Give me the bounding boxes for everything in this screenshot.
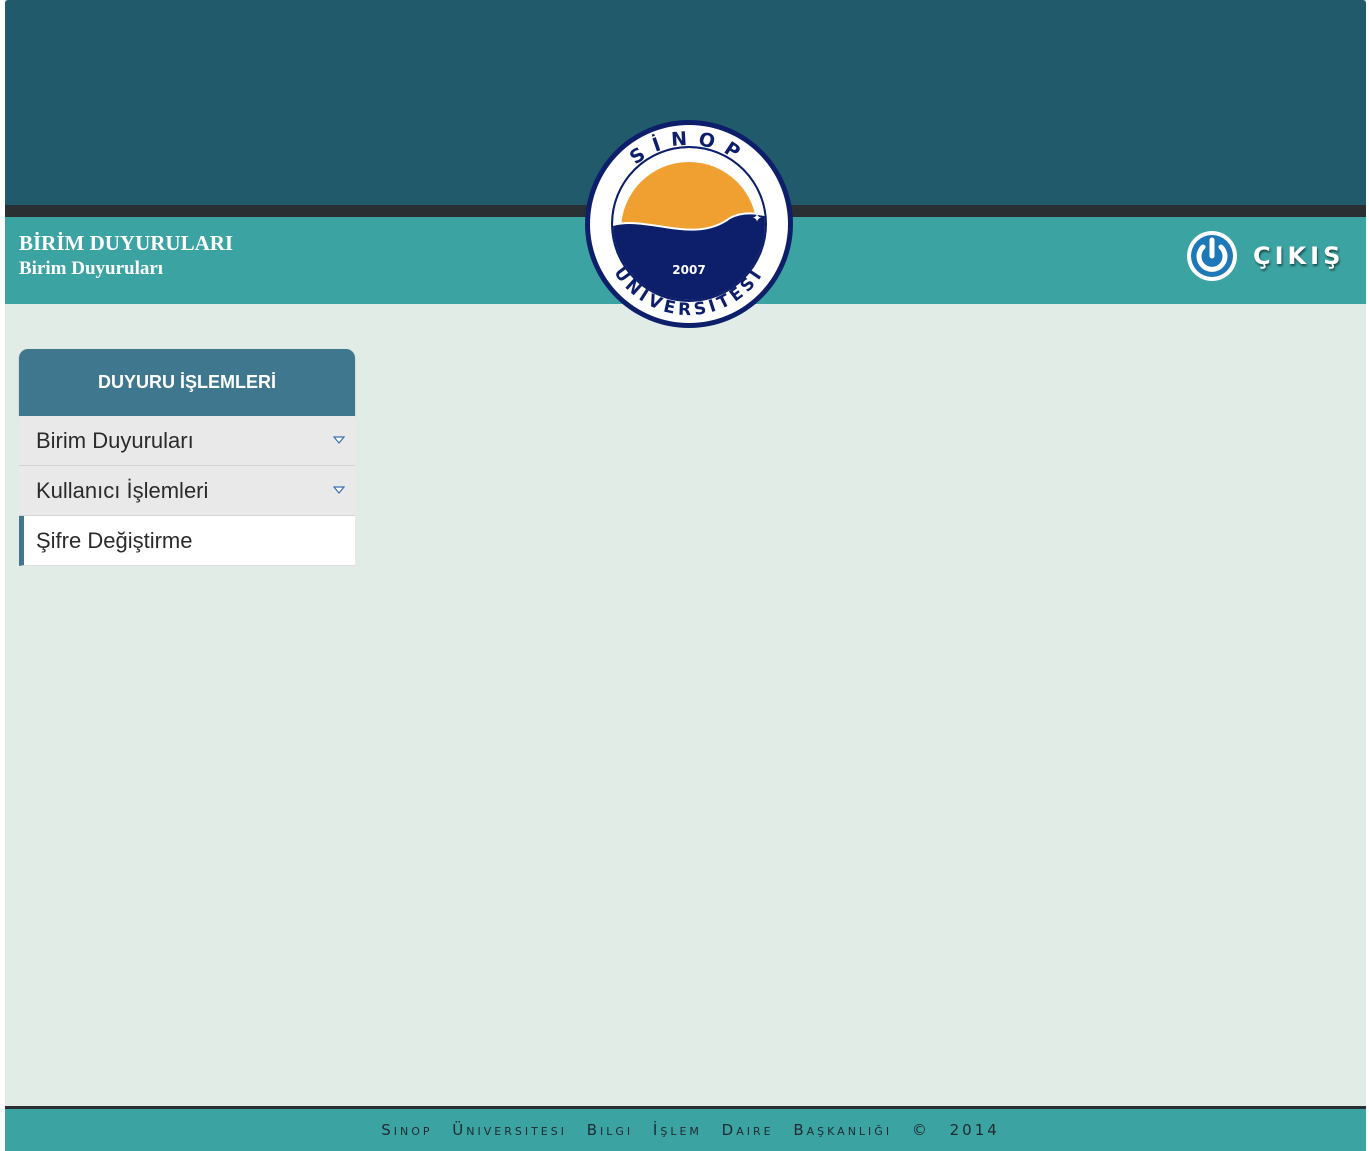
sidebar-item-label: Birim Duyuruları — [36, 427, 194, 453]
sidebar-item-label: Kullanıcı İşlemleri — [36, 477, 209, 503]
logout-button[interactable]: ÇIKIŞ — [1185, 227, 1344, 285]
sidebar-header: DUYURU İŞLEMLERİ — [19, 349, 355, 416]
logout-label: ÇIKIŞ — [1253, 242, 1345, 270]
university-logo: SİNOP ÜNİVERSİTESİ 2007 ✦ — [585, 120, 793, 328]
star-icon: ✦ — [752, 211, 762, 225]
page-title-block: BİRİM DUYURULARI Birim Duyuruları — [19, 230, 233, 282]
logo-year: 2007 — [672, 263, 705, 277]
page-subtitle: Birim Duyuruları — [19, 258, 164, 279]
footer-copyright: Sinop Üniversitesi Bilgi İşlem Daire Baş… — [381, 1121, 1000, 1139]
chevron-down-icon — [333, 486, 345, 494]
sidebar-item-label: Şifre Değiştirme — [36, 527, 193, 553]
sidebar-item-birim-duyurulari[interactable]: Birim Duyuruları — [19, 416, 355, 466]
footer: Sinop Üniversitesi Bilgi İşlem Daire Baş… — [5, 1109, 1366, 1151]
sidebar-item-kullanici-islemleri[interactable]: Kullanıcı İşlemleri — [19, 466, 355, 516]
sidebar: DUYURU İŞLEMLERİ Birim Duyuruları Kullan… — [19, 349, 355, 566]
power-icon — [1187, 231, 1237, 281]
page: BİRİM DUYURULARI Birim Duyuruları SİNOP … — [5, 0, 1366, 1151]
sidebar-item-sifre-degistirme[interactable]: Şifre Değiştirme — [19, 516, 355, 566]
page-title: BİRİM DUYURULARI — [19, 231, 234, 255]
chevron-down-icon — [333, 436, 345, 444]
